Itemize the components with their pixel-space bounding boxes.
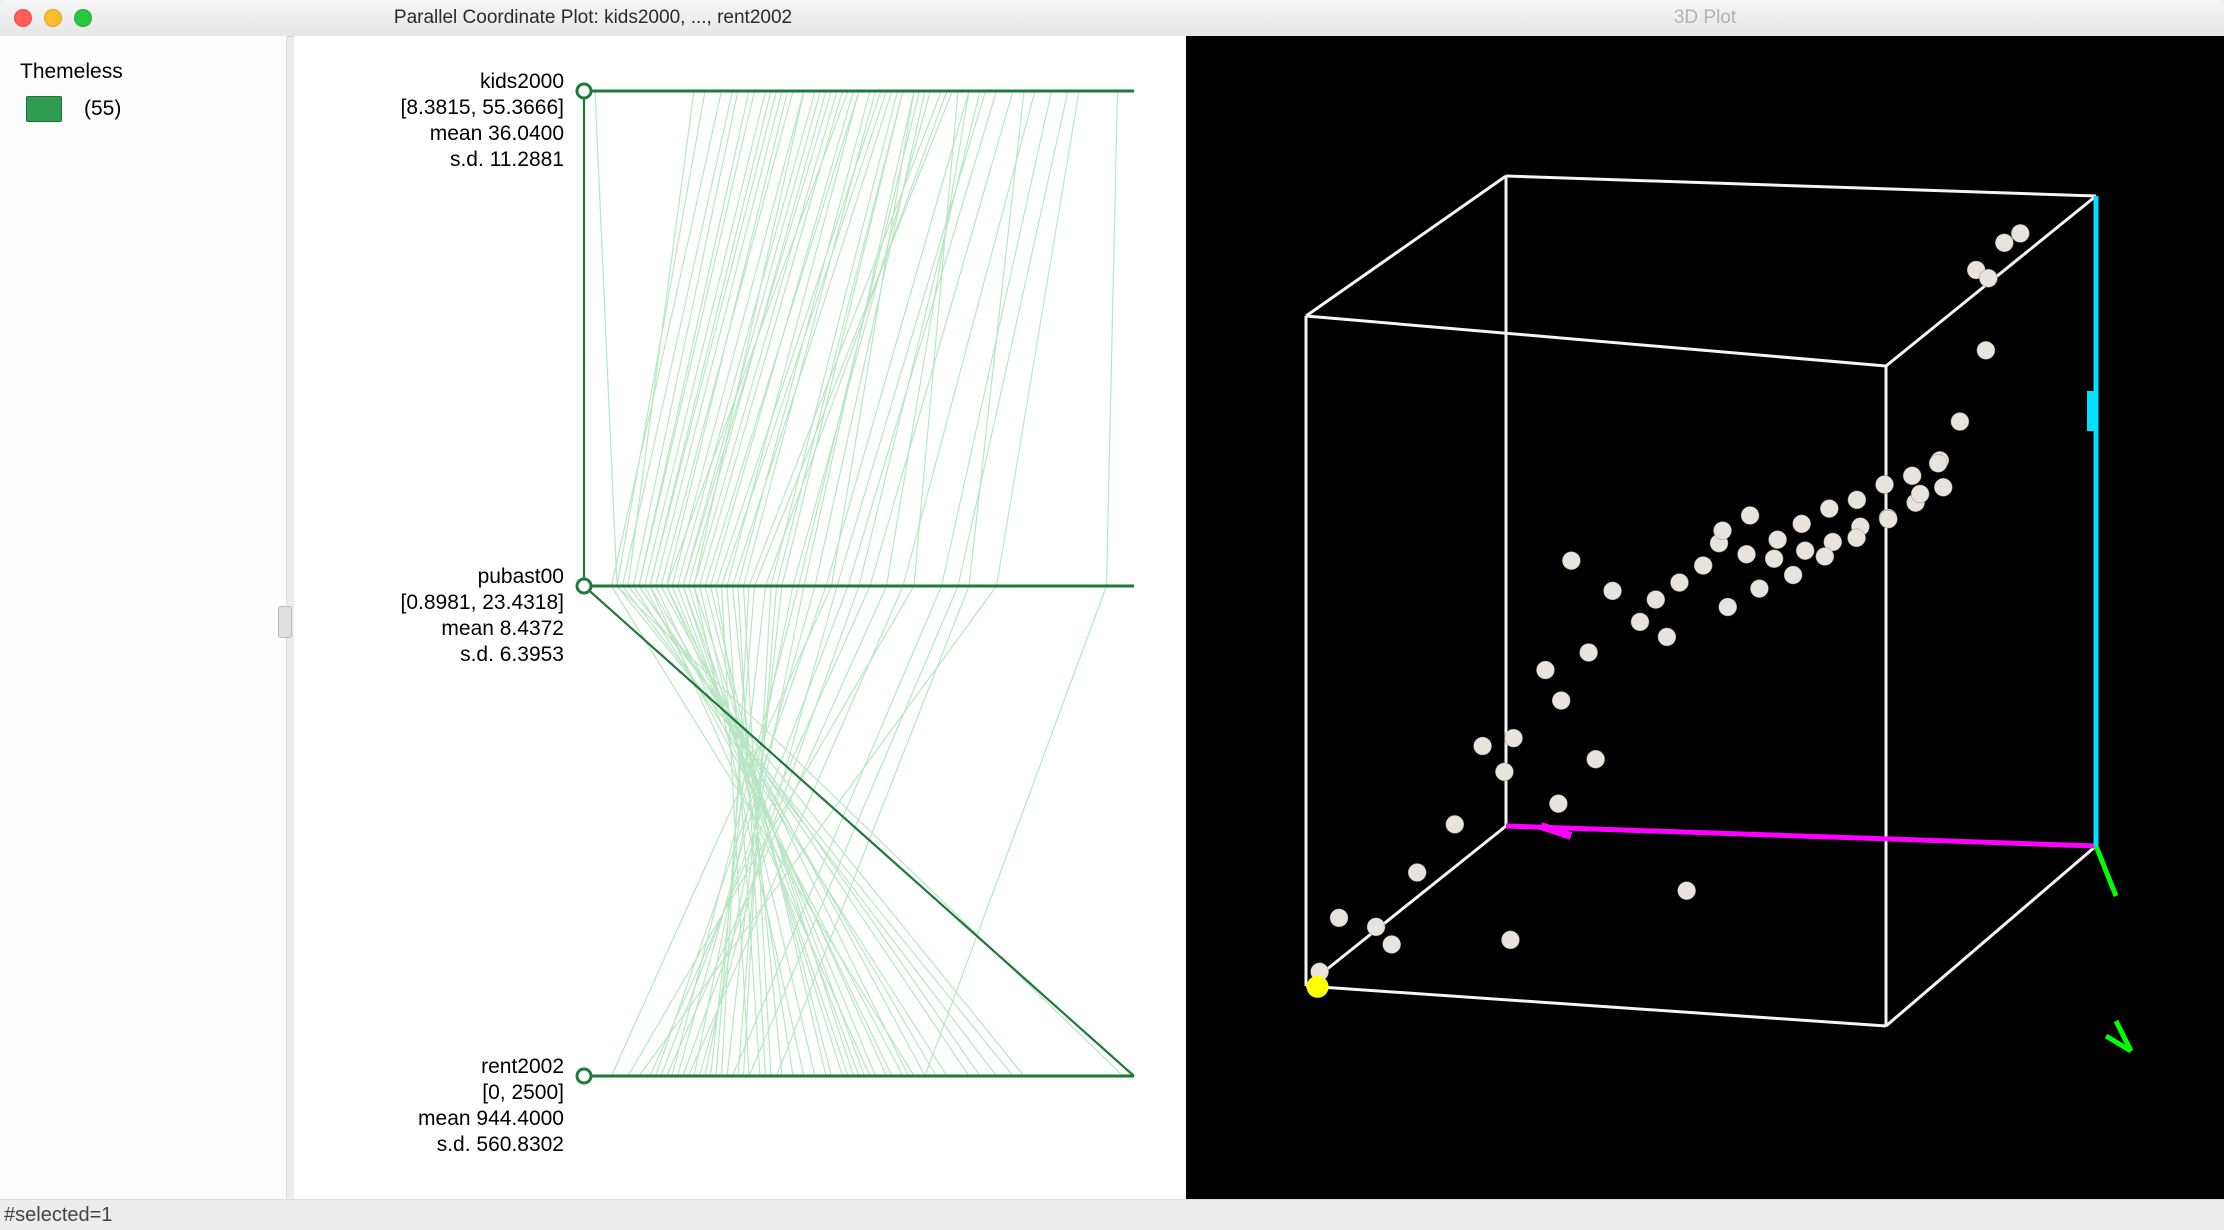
cube-edge (1886, 846, 2096, 1026)
legend-swatch-icon (26, 96, 62, 122)
app-window: Parallel Coordinate Plot: kids2000, ...,… (0, 0, 2224, 1230)
window-title-right: 3D Plot (1674, 7, 1736, 29)
legend-title: Themeless (0, 36, 286, 92)
scatter3d-point[interactable] (1911, 485, 1929, 503)
axis-x-magenta (1506, 826, 2096, 846)
parallel-coordinate-plot[interactable]: kids2000 [8.3815, 55.3666] mean 36.0400 s.d… (294, 36, 1187, 1200)
pcp-observation-line (667, 91, 970, 1076)
status-selected-count: #selected=1 (4, 1204, 112, 1226)
scatter3d-point[interactable] (1793, 515, 1811, 533)
scatter3d-point[interactable] (1929, 454, 1947, 472)
pcp-observation-line (628, 91, 1024, 1076)
scatter3d-point[interactable] (1977, 341, 1995, 359)
scatter-3d-plot[interactable] (1186, 36, 2224, 1200)
pcp-axis-sd: s.d. 6.3953 (460, 643, 564, 666)
scatter3d-point[interactable] (1738, 545, 1756, 563)
status-bar: #selected=1 (0, 1199, 2224, 1230)
scatter3d-point[interactable] (1848, 491, 1866, 509)
scatter3d-point[interactable] (1383, 935, 1401, 953)
pcp-axis-range: [8.3815, 55.3666] (401, 96, 564, 119)
window-controls (14, 9, 92, 27)
scatter3d-point[interactable] (1694, 557, 1712, 575)
scatter3d-point[interactable] (1552, 692, 1570, 710)
axis-y-green (2096, 846, 2116, 896)
pcp-axis-sd: s.d. 560.8302 (437, 1133, 564, 1156)
minimize-icon[interactable] (44, 9, 62, 27)
scatter3d-point[interactable] (1505, 729, 1523, 747)
scatter3d-point[interactable] (1934, 478, 1952, 496)
pcp-axis-handle[interactable] (577, 579, 591, 593)
pcp-axis-name: kids2000 (480, 70, 564, 93)
scatter3d-point[interactable] (1979, 269, 1997, 287)
panel-resize-handle[interactable] (278, 606, 292, 638)
pcp-axis-mean: mean 944.4000 (418, 1107, 564, 1130)
scatter3d-selected-point[interactable] (1307, 976, 1329, 998)
zoom-icon[interactable] (74, 9, 92, 27)
scatter3d-point[interactable] (1678, 882, 1696, 900)
scatter3d-point[interactable] (1903, 467, 1921, 485)
scatter3d-point[interactable] (1765, 550, 1783, 568)
cube-edge (1306, 826, 1506, 986)
scatter3d-point[interactable] (1848, 529, 1866, 547)
scatter3d-point[interactable] (1501, 931, 1519, 949)
scatter3d-point[interactable] (1580, 644, 1598, 662)
pcp-observation-line (925, 91, 1118, 1076)
scatter3d-point[interactable] (1549, 795, 1567, 813)
scatter3d-point[interactable] (1820, 500, 1838, 518)
scatter3d-point[interactable] (1879, 510, 1897, 528)
pcp-axis-name: pubast00 (478, 565, 564, 588)
cube-edge (1306, 316, 1886, 366)
pcp-axis-name: rent2002 (481, 1055, 564, 1078)
scatter3d-point[interactable] (1719, 598, 1737, 616)
scatter3d-point[interactable] (1474, 737, 1492, 755)
scatter3d-point[interactable] (1587, 750, 1605, 768)
pcp-axis-mean: mean 36.0400 (430, 122, 564, 145)
cube-edge (1306, 986, 1886, 1026)
window-title-left: Parallel Coordinate Plot: kids2000, ...,… (0, 7, 1186, 29)
scatter3d-point[interactable] (1741, 506, 1759, 524)
scatter3d-point[interactable] (1714, 522, 1732, 540)
titlebar-right[interactable]: 3D Plot (1186, 0, 2224, 37)
scatter3d-point[interactable] (1816, 547, 1834, 565)
pcp-axis-mean: mean 8.4372 (441, 617, 564, 640)
scatter3d-point[interactable] (1670, 574, 1688, 592)
scatter3d-point[interactable] (1647, 591, 1665, 609)
pcp-observation-line (749, 91, 1068, 1076)
pcp-axis-sd: s.d. 11.2881 (450, 148, 564, 171)
scatter3d-point[interactable] (1995, 234, 2013, 252)
cube-edge (1306, 176, 1506, 316)
pcp-axis-handle[interactable] (577, 1069, 591, 1083)
scatter3d-point[interactable] (1796, 542, 1814, 560)
scatter3d-point[interactable] (1658, 628, 1676, 646)
titlebar-left[interactable]: Parallel Coordinate Plot: kids2000, ...,… (0, 0, 1186, 37)
scatter3d-point[interactable] (1631, 613, 1649, 631)
legend-count: (55) (84, 97, 121, 121)
pcp-axis-range: [0.8981, 23.4318] (401, 591, 564, 614)
legend-panel: Themeless (55) (0, 36, 287, 1200)
scatter3d-point[interactable] (1495, 763, 1513, 781)
pcp-axis-range: [0, 2500] (482, 1081, 564, 1104)
scatter3d-point[interactable] (1604, 582, 1622, 600)
scatter3d-point[interactable] (1784, 566, 1802, 584)
pcp-axis-handle[interactable] (577, 84, 591, 98)
scatter3d-point[interactable] (1446, 815, 1464, 833)
pcp-observation-line (634, 91, 948, 1076)
scatter3d-point[interactable] (1562, 552, 1580, 570)
scatter3d-point[interactable] (1769, 531, 1787, 549)
pcp-observation-line (711, 91, 948, 1076)
scatter3d-point[interactable] (1330, 909, 1348, 927)
cube-edge (1506, 176, 2096, 196)
scatter3d-point[interactable] (1367, 918, 1385, 936)
scatter3d-point[interactable] (1408, 863, 1426, 881)
scatter3d-point[interactable] (1536, 661, 1554, 679)
scatter3d-point[interactable] (1750, 580, 1768, 598)
scatter3d-point[interactable] (1951, 413, 1969, 431)
close-icon[interactable] (14, 9, 32, 27)
scatter3d-point[interactable] (2011, 224, 2029, 242)
scatter3d-point[interactable] (1876, 476, 1894, 494)
legend-item[interactable]: (55) (0, 92, 286, 126)
content-area: Themeless (55) kids2000 [8.3815, 55.3666]… (0, 36, 2224, 1200)
